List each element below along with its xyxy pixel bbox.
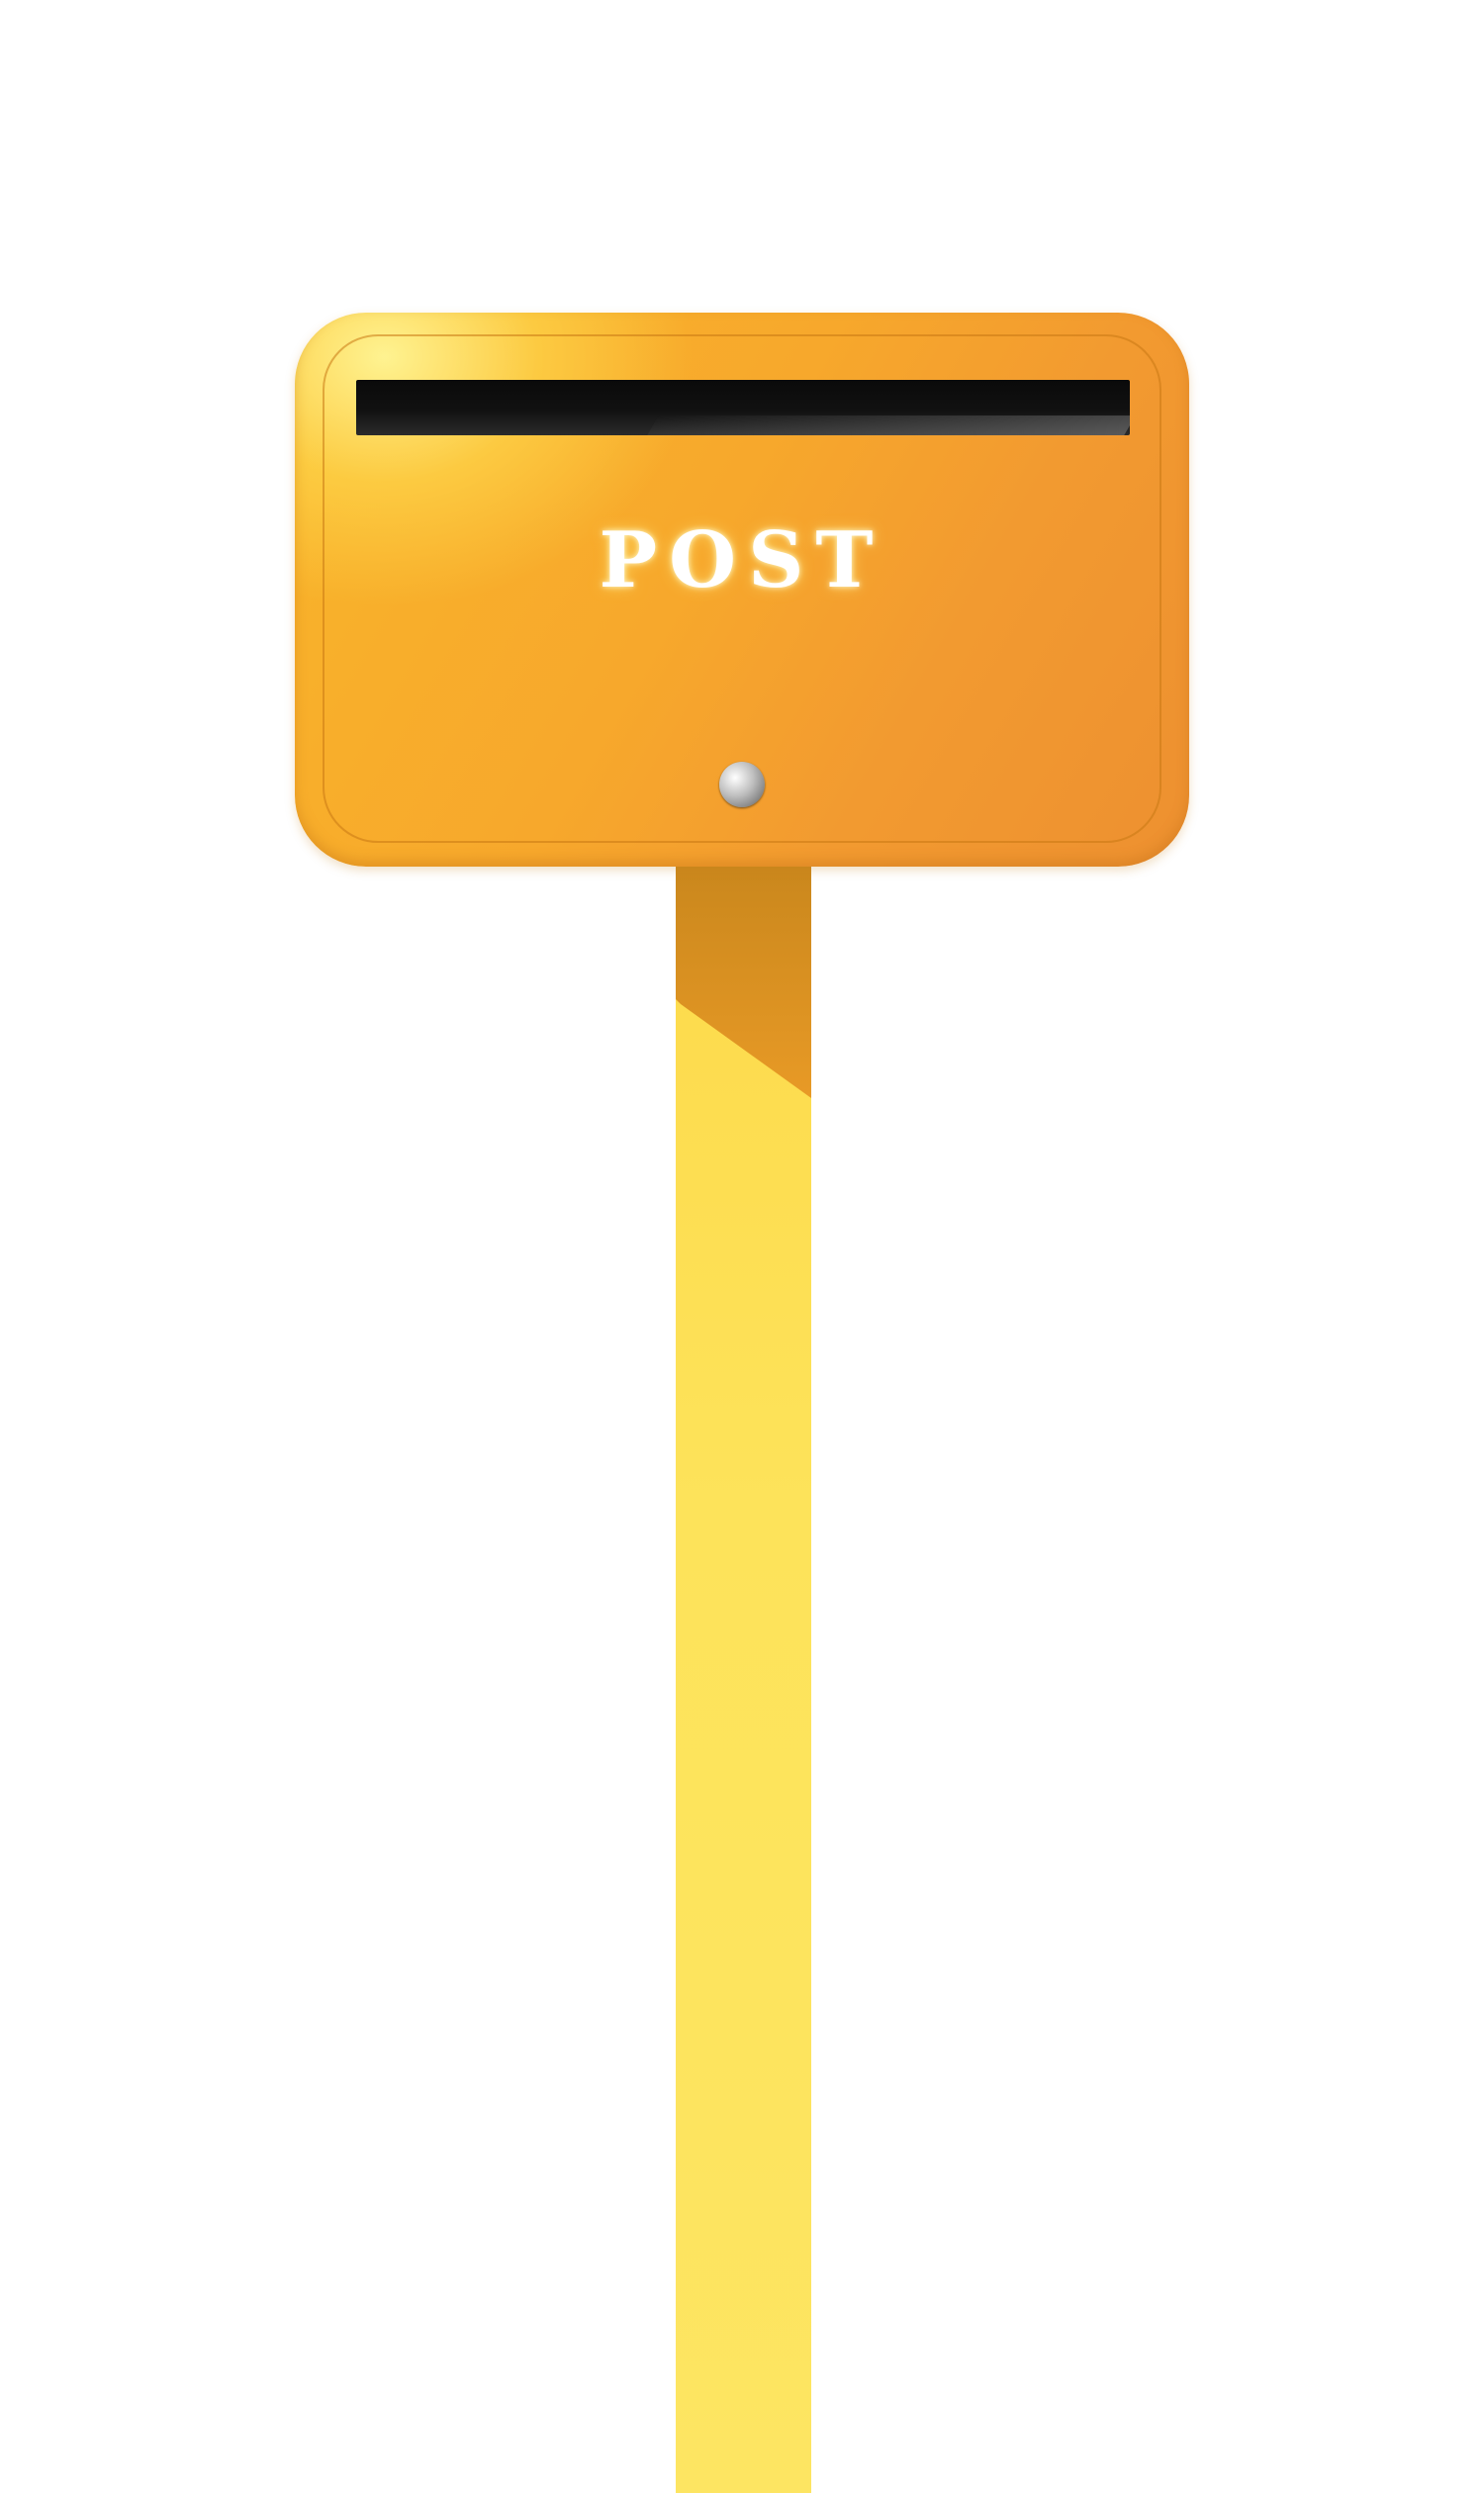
mailbox-pole [676,851,811,2493]
lock-icon[interactable] [719,762,765,807]
mail-slot[interactable] [356,380,1130,435]
canvas: POST [0,0,1484,2493]
pole-shadow [676,851,811,1098]
post-label: POST [599,515,885,605]
slot-shine [647,416,1130,435]
mailbox: POST [295,313,1189,867]
